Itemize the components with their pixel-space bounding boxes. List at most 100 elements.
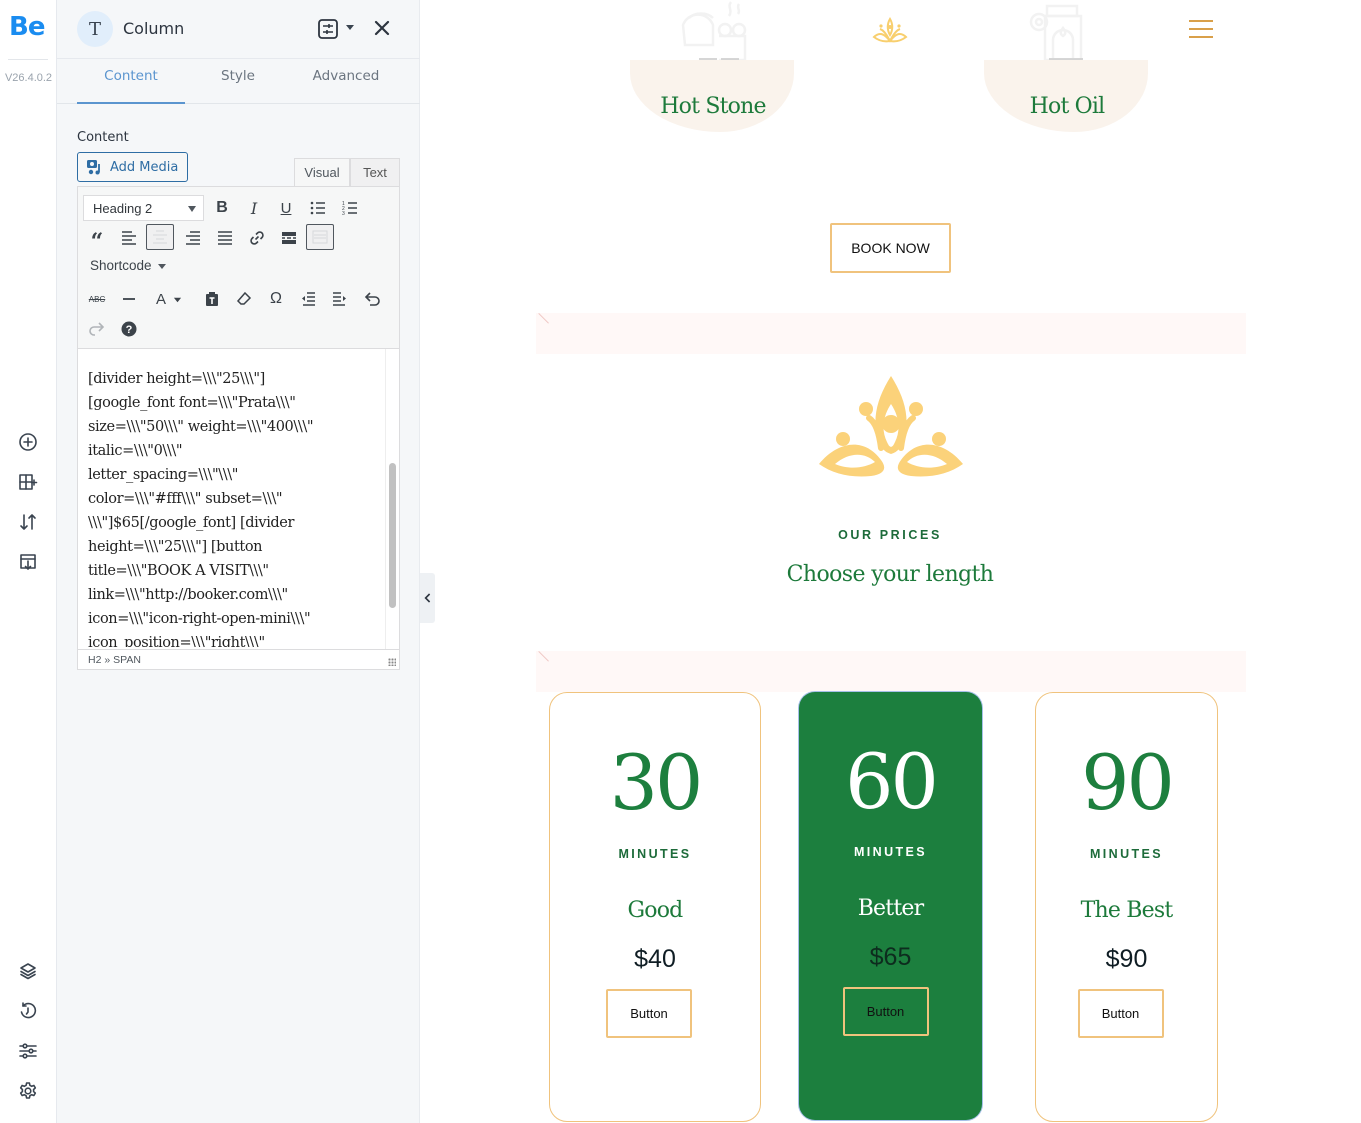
lotus-logo-icon <box>819 376 963 477</box>
book-now-button[interactable]: BOOK NOW <box>830 223 951 273</box>
service-title: Hot Oil <box>1029 94 1106 119</box>
sort-icon[interactable] <box>16 510 40 534</box>
resize-handle-icon[interactable] <box>388 658 396 666</box>
presets-dropdown-caret[interactable] <box>346 25 354 30</box>
align-center-icon[interactable] <box>146 224 174 250</box>
add-media-button[interactable]: Add Media <box>77 152 188 182</box>
link-icon[interactable] <box>243 225 271 251</box>
tab-content[interactable]: Content <box>77 60 185 104</box>
format-select[interactable]: Heading 2 <box>83 195 204 221</box>
presets-icon[interactable] <box>317 18 339 40</box>
element-path[interactable]: H2 » SPAN <box>88 654 141 666</box>
tab-style[interactable]: Style <box>185 60 291 104</box>
content-line: link=\\\"http://booker.com\\\" <box>88 587 288 603</box>
svg-text:3: 3 <box>342 211 345 217</box>
italic-icon[interactable]: I <box>240 195 268 221</box>
element-settings-panel: T Column Content Style Advanced Content … <box>57 0 420 1123</box>
content-line: icon_position=\\\"right\\\" <box>88 635 265 647</box>
shortcode-dropdown[interactable]: Shortcode <box>90 258 166 273</box>
chevron-left-icon <box>423 593 430 603</box>
outdent-icon[interactable] <box>294 286 322 312</box>
align-left-icon[interactable] <box>115 225 143 251</box>
hamburger-menu-icon[interactable] <box>1189 20 1213 38</box>
plan-tier: Better <box>857 896 924 921</box>
plan-button[interactable]: Button <box>606 989 692 1038</box>
keyboard-shortcuts-help-icon[interactable]: ? <box>115 316 143 342</box>
section-divider-band <box>536 313 1246 354</box>
section-eyebrow: OUR PRICES <box>838 528 942 542</box>
site-preview: Hot Stone Hot Oil BOOK NOW OUR PRICES Ch… <box>435 0 1361 1123</box>
panel-tabs: Content Style Advanced <box>57 60 420 104</box>
paste-as-text-icon[interactable] <box>198 286 226 312</box>
content-line: \\\"]$65[/google_font] [divider <box>88 515 295 531</box>
underline-icon[interactable]: U <box>272 195 300 221</box>
content-line: italic=\\\"0\\\" <box>88 443 183 459</box>
numbered-list-icon[interactable]: 123 <box>336 195 364 221</box>
bullet-list-icon[interactable] <box>304 195 332 221</box>
layers-icon[interactable] <box>16 959 40 983</box>
history-icon[interactable] <box>16 999 40 1023</box>
special-character-icon[interactable]: Ω <box>262 286 290 312</box>
blockquote-icon[interactable]: “ <box>83 225 111 255</box>
options-icon[interactable] <box>16 1039 40 1063</box>
clear-formatting-icon[interactable] <box>230 286 258 312</box>
content-line: letter_spacing=\\\"\\\" <box>88 467 238 483</box>
content-line: size=\\\"50\\\" weight=\\\"400\\\" <box>88 419 314 435</box>
close-icon[interactable] <box>371 17 393 39</box>
element-type-avatar: T <box>77 11 113 47</box>
plan-price: $40 <box>634 945 676 973</box>
plan-minutes: 90 <box>1081 738 1175 827</box>
add-section-icon[interactable] <box>16 470 40 494</box>
add-element-icon[interactable] <box>16 430 40 454</box>
hot-stone-massage-icon <box>681 1 747 60</box>
undo-icon[interactable] <box>358 286 386 312</box>
be-logo[interactable]: Be <box>9 12 45 42</box>
align-justify-icon[interactable] <box>211 225 239 251</box>
bold-icon[interactable]: B <box>208 195 236 221</box>
add-media-icon <box>87 160 100 175</box>
editor-tab-visual[interactable]: Visual <box>294 158 350 187</box>
content-field-label: Content <box>77 130 129 145</box>
plan-price: $65 <box>869 943 912 971</box>
editor-tab-text[interactable]: Text <box>350 158 400 187</box>
plan-button[interactable]: Button <box>842 987 929 1036</box>
read-more-icon[interactable] <box>275 225 303 251</box>
toolbar-toggle-icon[interactable] <box>306 224 334 250</box>
collapse-panel-button[interactable] <box>420 573 435 623</box>
panel-title: Column <box>123 19 185 38</box>
strikethrough-icon[interactable]: ABC <box>83 286 111 312</box>
service-title: Hot Stone <box>660 94 766 119</box>
tab-advanced[interactable]: Advanced <box>291 60 401 104</box>
indent-icon[interactable] <box>326 286 354 312</box>
pricing-card-featured[interactable]: 60 MINUTES Better $65 Button <box>799 692 982 1120</box>
wysiwyg-editor: Heading 2 B I U 123 “ Shortcode ABC A Ω … <box>77 186 400 670</box>
plan-unit: MINUTES <box>1089 847 1164 861</box>
content-line: height=\\\"25\\\"] [button <box>88 539 263 555</box>
editor-scrollbar-thumb[interactable] <box>389 463 396 608</box>
redo-icon[interactable] <box>83 316 111 342</box>
settings-icon[interactable] <box>16 1079 40 1103</box>
site-logo-lotus-icon[interactable] <box>872 17 908 45</box>
section-divider-band <box>536 651 1246 692</box>
plan-minutes: 60 <box>845 737 939 826</box>
text-color-dropdown-icon[interactable] <box>170 286 184 312</box>
pricing-card: 30 MINUTES Good $40 Button <box>549 692 761 1122</box>
oil-burner-icon <box>1029 4 1083 60</box>
rail-divider <box>8 59 48 60</box>
panel-header: T Column <box>57 0 420 59</box>
plan-tier: The Best <box>1080 898 1174 923</box>
content-line: [divider height=\\\"25\\\"] <box>88 371 265 387</box>
plan-button[interactable]: Button <box>1077 989 1164 1038</box>
content-line: icon=\\\"icon-right-open-mini\\\" <box>88 611 311 627</box>
content-line: color=\\\"#fff\\\" subset=\\\" <box>88 491 283 507</box>
align-right-icon[interactable] <box>179 225 207 251</box>
editor-content[interactable]: [divider height=\\\"25\\\"] [google_font… <box>88 367 384 647</box>
plan-minutes: 30 <box>609 738 704 827</box>
builder-rail: Be V26.4.0.2 <box>0 0 57 1123</box>
svg-text:?: ? <box>126 324 133 336</box>
content-line: [google_font font=\\\"Prata\\\" <box>88 395 296 411</box>
editor-scrollbar[interactable] <box>385 349 399 649</box>
import-template-icon[interactable] <box>16 550 40 574</box>
horizontal-line-icon[interactable] <box>115 286 143 312</box>
editor-status-path: H2 » SPAN <box>78 649 399 669</box>
